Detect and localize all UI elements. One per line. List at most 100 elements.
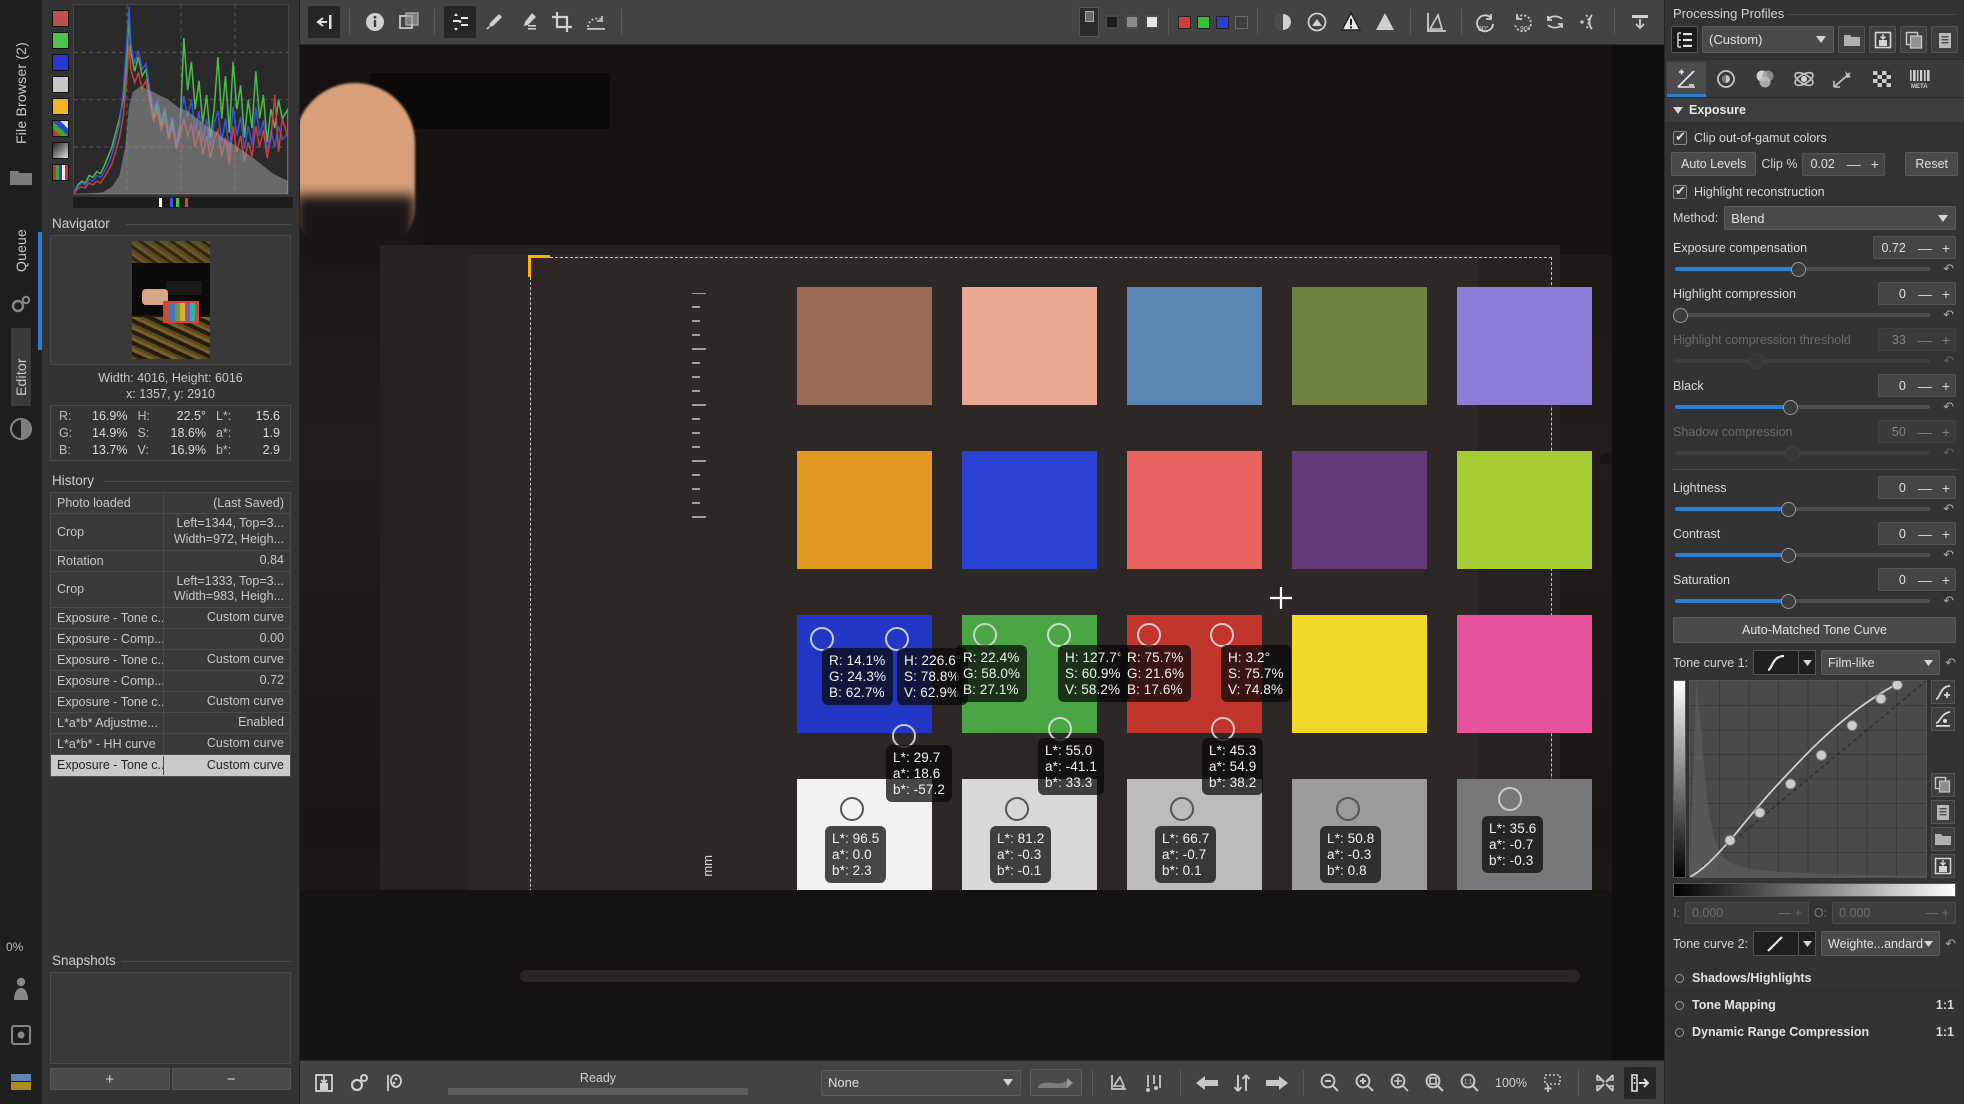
rotate-right-90-icon[interactable]: 90° bbox=[1505, 6, 1537, 38]
curve-copy-icon[interactable] bbox=[1931, 773, 1955, 797]
exposure-group-header[interactable]: Exposure bbox=[1665, 98, 1964, 123]
tab-raw[interactable] bbox=[1862, 62, 1901, 95]
indicate-clipped-icon[interactable] bbox=[1103, 1067, 1135, 1099]
tab-metadata[interactable]: META bbox=[1901, 62, 1940, 95]
reset-button[interactable]: Reset bbox=[1905, 152, 1958, 176]
picker-red-hsv-circle[interactable] bbox=[1210, 623, 1234, 647]
histogram-graph[interactable] bbox=[73, 4, 289, 196]
open-profile-icon[interactable] bbox=[1838, 26, 1865, 53]
slider-track[interactable]: ↶ bbox=[1673, 261, 1956, 277]
slider-track[interactable]: ↶ bbox=[1673, 307, 1956, 323]
slider-stepper[interactable]: 0 — + bbox=[1877, 374, 1956, 397]
zoom-fit-icon[interactable] bbox=[1419, 1067, 1451, 1099]
accordion-tone-mapping[interactable]: Tone Mapping 1:1 bbox=[1665, 992, 1964, 1019]
zoom-100-icon[interactable]: 1:1 bbox=[1454, 1067, 1486, 1099]
before-after-histogram-icon[interactable] bbox=[1030, 1069, 1083, 1096]
accordion-dynamic-range-compression[interactable]: Dynamic Range Compression 1:1 bbox=[1665, 1019, 1964, 1046]
sidebar-item-editor[interactable]: Editor bbox=[11, 328, 31, 406]
clip-percent-stepper[interactable]: 0.02 — + bbox=[1802, 152, 1885, 176]
zoom-in-icon[interactable] bbox=[1349, 1067, 1381, 1099]
table-row[interactable]: Exposure - Tone c... Custom curve bbox=[51, 754, 290, 776]
crop-handle-tl-h[interactable] bbox=[528, 255, 550, 258]
focus-mask-icon[interactable] bbox=[1301, 6, 1333, 38]
slider-stepper[interactable]: 0 — + bbox=[1877, 282, 1956, 305]
curve-load-icon[interactable] bbox=[1931, 827, 1955, 851]
bg-swatch-gray[interactable] bbox=[1125, 15, 1139, 29]
decrement-icon[interactable]: — bbox=[1913, 378, 1937, 394]
increment-icon[interactable]: + bbox=[1937, 480, 1955, 496]
zoom-out-icon[interactable] bbox=[1314, 1067, 1346, 1099]
toggle-icon[interactable] bbox=[1675, 973, 1684, 983]
table-row[interactable]: L*a*b* - HH curve Custom curve bbox=[51, 734, 290, 755]
increment-icon[interactable]: + bbox=[1937, 526, 1955, 542]
histogram-green-button[interactable] bbox=[52, 32, 69, 49]
info-icon[interactable] bbox=[359, 6, 391, 38]
color-wheel-icon[interactable] bbox=[8, 416, 34, 442]
add-snapshot-button[interactable]: + bbox=[50, 1068, 170, 1090]
curve-input-field[interactable]: 0.000 — + bbox=[1684, 902, 1809, 924]
flip-vertical-icon[interactable] bbox=[1539, 6, 1571, 38]
tone-curve-2-type-select[interactable]: Weighte...andard bbox=[1821, 931, 1941, 956]
histogram-blue-button[interactable] bbox=[52, 54, 69, 71]
slider-track[interactable]: ↶ bbox=[1673, 593, 1956, 609]
table-row[interactable]: L*a*b* Adjustme... Enabled bbox=[51, 713, 290, 734]
tone-curve-1-shape-caret[interactable] bbox=[1799, 650, 1817, 675]
slider-stepper[interactable]: 0 — + bbox=[1877, 568, 1956, 591]
spot-wb-picker-icon[interactable] bbox=[444, 6, 476, 38]
table-row[interactable]: Exposure - Tone c... Custom curve bbox=[51, 608, 290, 629]
decrement-icon[interactable]: — bbox=[1913, 480, 1937, 496]
slider-stepper[interactable]: 0 — + bbox=[1877, 522, 1956, 545]
histogram-bar-button[interactable] bbox=[52, 164, 69, 181]
paste-profile-icon[interactable] bbox=[1931, 26, 1958, 53]
indicator-off[interactable] bbox=[1235, 15, 1248, 29]
picker-gray-3-circle[interactable] bbox=[1170, 797, 1194, 821]
histogram-raw-button[interactable] bbox=[52, 120, 69, 137]
table-row[interactable]: Exposure - Tone c... Custom curve bbox=[51, 650, 290, 671]
shadow-clip-warning-icon[interactable] bbox=[1335, 6, 1367, 38]
folder-icon[interactable] bbox=[8, 164, 34, 190]
crop-frame-icon[interactable] bbox=[1536, 1067, 1568, 1099]
curve-canvas[interactable] bbox=[1689, 680, 1927, 878]
gears-icon[interactable] bbox=[8, 292, 34, 318]
indicator-green[interactable] bbox=[1197, 15, 1210, 29]
slider-reset-icon[interactable]: ↶ bbox=[1943, 399, 1954, 415]
snapshots-list[interactable] bbox=[50, 972, 291, 1064]
collapse-right-panel-icon[interactable] bbox=[1624, 6, 1656, 38]
tone-curve-1-type-select[interactable]: Film-like bbox=[1821, 650, 1941, 675]
decrement-icon[interactable]: — bbox=[1913, 286, 1937, 302]
toggle-icon[interactable] bbox=[1675, 1000, 1684, 1010]
tone-curve-1-shape-icon[interactable] bbox=[1753, 650, 1800, 675]
decrement-icon[interactable]: — bbox=[1913, 240, 1937, 256]
collapse-panel-icon[interactable] bbox=[308, 6, 340, 38]
crop-icon[interactable] bbox=[546, 6, 578, 38]
auto-matched-tone-curve-button[interactable]: Auto-Matched Tone Curve bbox=[1673, 617, 1956, 643]
color-picker-icon[interactable] bbox=[512, 6, 544, 38]
table-row[interactable]: Photo loaded (Last Saved) bbox=[51, 493, 290, 515]
background-color-selector[interactable] bbox=[1079, 7, 1159, 37]
tab-color[interactable] bbox=[1745, 62, 1784, 95]
slider-reset-icon[interactable]: ↶ bbox=[1943, 547, 1954, 563]
table-row[interactable]: Crop Left=1333, Top=3... Width=983, Heigh… bbox=[51, 571, 290, 608]
profile-list-icon[interactable] bbox=[1671, 26, 1698, 53]
accordion-shadows-highlights[interactable]: Shadows/Highlights bbox=[1665, 965, 1964, 992]
picker-gray-4-circle[interactable] bbox=[1336, 797, 1360, 821]
tone-curve-1-reset-icon[interactable]: ↶ bbox=[1945, 655, 1956, 671]
profile-select[interactable]: (Custom) bbox=[1702, 26, 1834, 53]
histogram-red-button[interactable] bbox=[52, 10, 69, 27]
processing-params-icon[interactable] bbox=[343, 1067, 375, 1099]
increment-icon[interactable]: + bbox=[1937, 378, 1955, 394]
highlight-recon-checkbox[interactable] bbox=[1673, 183, 1687, 199]
slider-stepper[interactable]: 0.72 — + bbox=[1873, 236, 1956, 259]
picker-red-rgb-circle[interactable] bbox=[1137, 623, 1161, 647]
highlight-recon-row[interactable]: Highlight reconstruction bbox=[1671, 181, 1958, 203]
clip-gamut-row[interactable]: Clip out-of-gamut colors bbox=[1671, 127, 1958, 149]
decrement-icon[interactable]: — bbox=[1913, 526, 1937, 542]
histogram-rgb-bar[interactable] bbox=[73, 197, 293, 209]
method-select[interactable]: Blend bbox=[1724, 206, 1956, 230]
straighten-icon[interactable] bbox=[580, 6, 612, 38]
color-profile-icon[interactable] bbox=[378, 1067, 410, 1099]
increment-icon[interactable]: + bbox=[1937, 240, 1955, 256]
indicator-red[interactable] bbox=[1178, 15, 1191, 29]
gamut-check-icon[interactable] bbox=[1420, 6, 1452, 38]
curve-edit-point-icon[interactable] bbox=[1931, 707, 1955, 731]
